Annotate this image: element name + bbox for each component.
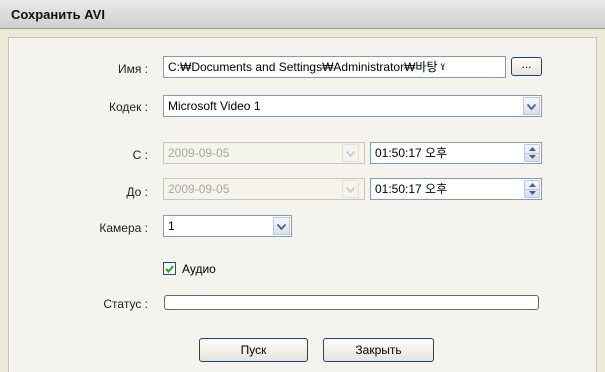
- from-time-field[interactable]: 01:50:17 오후: [370, 142, 542, 164]
- dialog-panel: [8, 37, 597, 372]
- to-date-select: 2009-09-05: [163, 178, 365, 200]
- from-date-value: 2009-09-05: [168, 146, 230, 160]
- to-label: До :: [126, 185, 148, 199]
- chevron-down-icon: [276, 219, 287, 233]
- start-button[interactable]: Пуск: [199, 338, 308, 362]
- chevron-down-icon: [526, 99, 537, 113]
- arrow-down-icon[interactable]: [525, 153, 539, 161]
- codec-select[interactable]: Microsoft Video 1: [163, 95, 542, 117]
- camera-dropdown-button[interactable]: [273, 217, 290, 235]
- camera-label: Камера :: [99, 221, 148, 235]
- to-date-value: 2009-09-05: [168, 182, 230, 196]
- from-date-dropdown-button: [342, 144, 359, 162]
- to-time-field[interactable]: 01:50:17 오후: [370, 178, 542, 200]
- status-label: Статус :: [103, 297, 148, 311]
- chevron-down-icon: [345, 182, 356, 196]
- name-field[interactable]: C:₩Documents and Settings₩Administrator₩…: [163, 56, 506, 78]
- status-progress-bar: [164, 295, 539, 310]
- codec-label: Кодек :: [109, 100, 148, 114]
- from-time-value: 01:50:17 오후: [375, 146, 448, 160]
- from-time-spinner[interactable]: [524, 144, 540, 162]
- checkmark-icon: [165, 262, 174, 276]
- from-date-select: 2009-09-05: [163, 142, 365, 164]
- close-button[interactable]: Закрыть: [323, 338, 434, 362]
- name-label: Имя :: [117, 62, 148, 76]
- window-title: Сохранить AVI: [11, 7, 105, 22]
- chevron-down-icon: [345, 146, 356, 160]
- camera-value: 1: [168, 219, 175, 233]
- to-date-dropdown-button: [342, 180, 359, 198]
- audio-label[interactable]: Аудио: [182, 262, 216, 276]
- to-time-value: 01:50:17 오후: [375, 182, 448, 196]
- arrow-down-icon[interactable]: [525, 189, 539, 197]
- codec-value: Microsoft Video 1: [168, 99, 261, 113]
- codec-dropdown-button[interactable]: [523, 97, 540, 115]
- to-time-spinner[interactable]: [524, 180, 540, 198]
- audio-checkbox[interactable]: [163, 262, 176, 275]
- browse-button[interactable]: ...: [511, 57, 542, 76]
- title-bar: Сохранить AVI: [0, 0, 605, 29]
- from-label: С :: [132, 148, 148, 162]
